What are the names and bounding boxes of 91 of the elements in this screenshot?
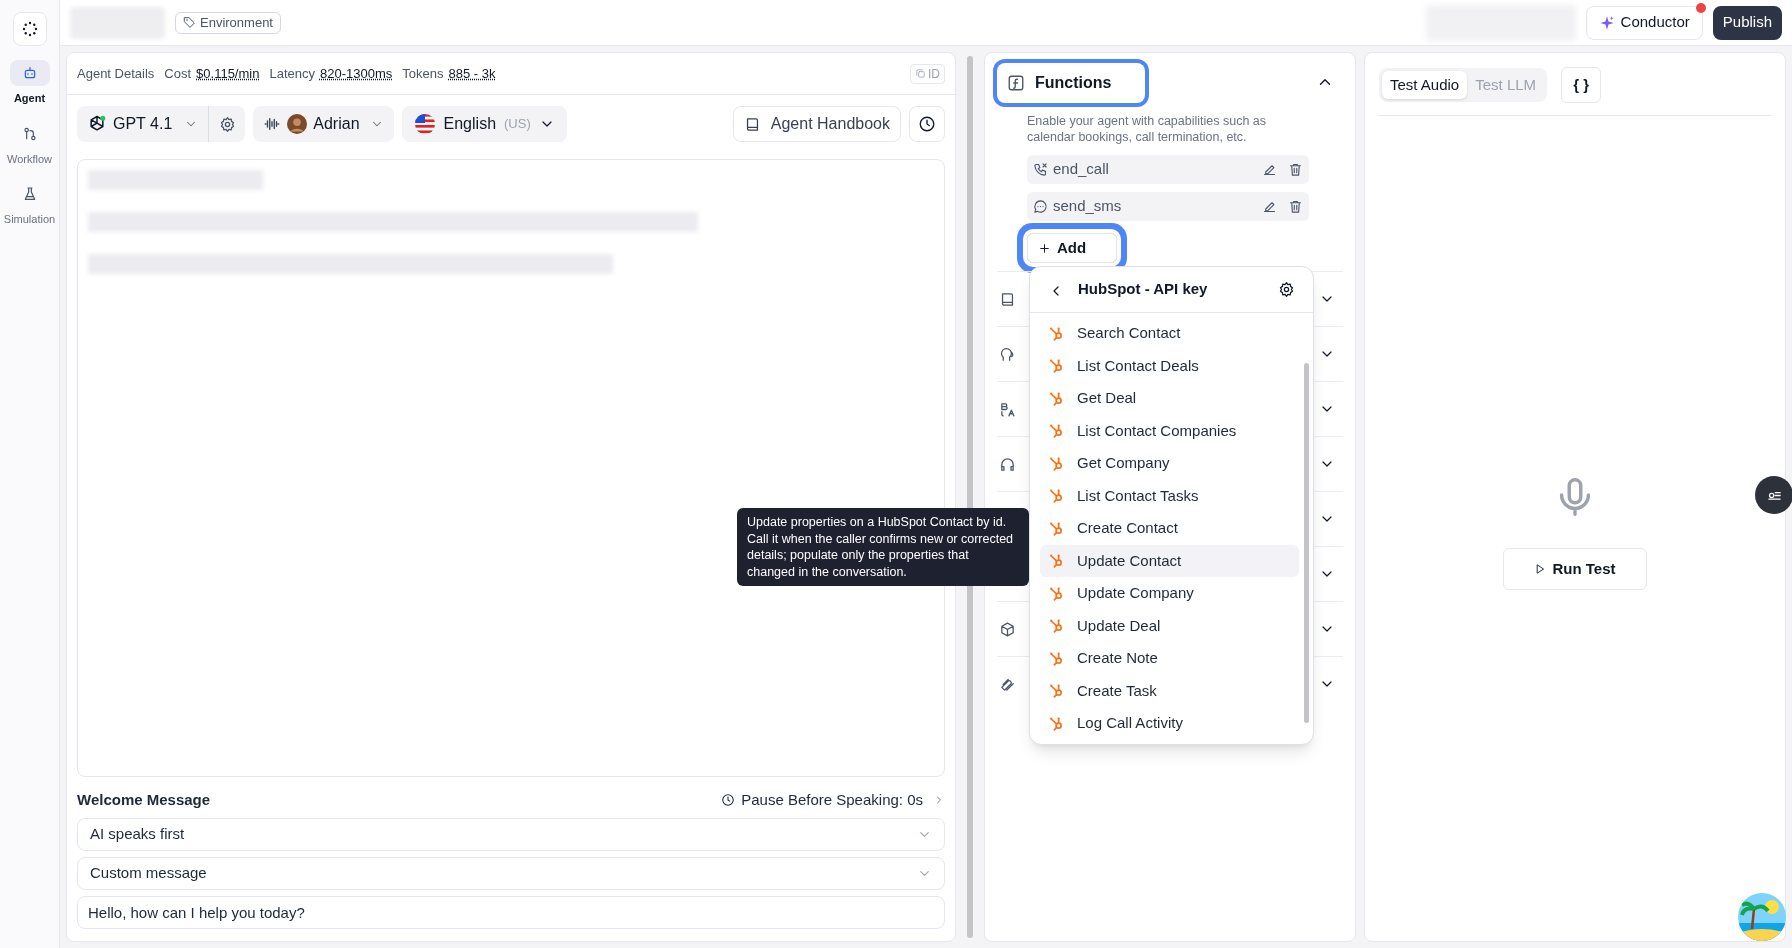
settings-icon: [1278, 281, 1295, 298]
history-button[interactable]: [909, 106, 945, 142]
pause-setting[interactable]: Pause Before Speaking: 0s: [721, 789, 945, 812]
delete-icon: [1288, 162, 1303, 177]
clock-icon: [918, 115, 936, 133]
chat-icon: [1033, 199, 1048, 214]
publish-button[interactable]: Publish: [1712, 5, 1782, 40]
metric-value: $0.115/min: [196, 64, 260, 83]
sprocket-icon: [1048, 422, 1065, 440]
play-icon: [1534, 563, 1547, 575]
handbook-button[interactable]: Agent Handbook: [732, 106, 901, 142]
metric-label: Cost: [164, 64, 192, 83]
description-text: Enable your agent with capabilities such as calendar bookings, call termination, etc.: [1027, 113, 1268, 145]
metric-label: Latency: [269, 64, 315, 83]
tab[interactable]: Test Audio: [1382, 71, 1468, 99]
sprocket-icon: [1048, 519, 1065, 537]
menu-item[interactable]: Create Contact: [1040, 512, 1299, 545]
message-field[interactable]: Hello, how can I help you today?: [77, 895, 945, 929]
metric-value: 820-1300ms: [319, 64, 393, 83]
copy-icon: [915, 68, 926, 79]
menu-item[interactable]: Update Company: [1040, 577, 1299, 610]
model-name: GPT 4.1: [113, 114, 173, 134]
headphones-icon: [999, 455, 1016, 473]
menu-item[interactable]: Get Company: [1040, 447, 1299, 480]
translate-icon: [999, 400, 1016, 418]
sprocket-icon: [1048, 682, 1065, 700]
edit-icon: [1262, 162, 1277, 177]
avatar-icon: [287, 114, 308, 134]
menu-item[interactable]: Update Contact: [1040, 544, 1299, 577]
sprocket-icon: [1048, 389, 1065, 407]
metric-label: Tokens: [402, 64, 444, 83]
section-title: Welcome Message: [77, 790, 211, 810]
phone-icon: [1033, 162, 1048, 177]
menu-item[interactable]: Log Call Activity: [1040, 707, 1299, 740]
sidebar-item[interactable]: Workflow: [1, 120, 58, 167]
sprocket-icon: [1048, 714, 1065, 732]
run-test-button[interactable]: Run Test: [1503, 548, 1647, 590]
sidebar-item[interactable]: Agent: [1, 60, 58, 107]
logo-button[interactable]: [12, 12, 47, 46]
scrollbar-thumb[interactable]: [1303, 363, 1309, 723]
function-icon: [1007, 74, 1025, 92]
sprocket-icon: [1048, 617, 1065, 635]
edit-icon: [1262, 199, 1277, 214]
delete-icon: [1288, 199, 1303, 214]
sprocket-icon: [1048, 649, 1065, 667]
menu-item[interactable]: Create Task: [1040, 674, 1299, 707]
tooltip: Update properties on a HubSpot Contact by id. Call it when the caller confirms new or corrected details; populate only the properties that changed in the conversation.: [737, 508, 1029, 586]
menu-item[interactable]: Get Deal: [1040, 382, 1299, 415]
model-selector[interactable]: GPT 4.1: [77, 106, 246, 142]
tag-icon: [183, 16, 196, 29]
dotted-circle-icon: [21, 21, 38, 37]
menu-item[interactable]: Create Note: [1040, 642, 1299, 675]
environment-tag[interactable]: Environment: [175, 11, 281, 34]
functions-header[interactable]: Functions: [997, 63, 1145, 103]
details-label: Agent Details: [77, 64, 155, 83]
flag-icon: [413, 113, 436, 135]
clock-icon: [721, 793, 736, 808]
menu-item[interactable]: List Contact Companies: [1040, 414, 1299, 447]
sprocket-icon: [1048, 552, 1065, 570]
dropdown-select[interactable]: Custom message: [77, 856, 945, 890]
cube-icon: [999, 620, 1016, 638]
voice-selector[interactable]: Adrian: [253, 106, 394, 142]
menu-item[interactable]: List Contact Tasks: [1040, 479, 1299, 512]
settings-button[interactable]: [1278, 281, 1295, 298]
menu-title: HubSpot - API key: [1078, 279, 1209, 300]
menu-item[interactable]: Search Contact: [1040, 317, 1299, 350]
function-name: end_call: [1053, 159, 1110, 180]
plus-icon: [1038, 241, 1051, 255]
sprocket-icon: [1048, 454, 1065, 472]
dropdown-select[interactable]: AI speaks first: [77, 817, 945, 851]
language-selector[interactable]: English (US): [401, 106, 567, 142]
metric-value: 885 - 3k: [448, 64, 496, 83]
sprocket-icon: [1048, 357, 1065, 375]
language-name: English: [443, 114, 497, 134]
workflow-icon: [21, 125, 38, 142]
book-icon: [999, 290, 1016, 308]
sprocket-icon: [1048, 584, 1065, 602]
function-item[interactable]: send_sms: [1027, 192, 1309, 221]
region-label: (US): [504, 115, 531, 134]
sidebar-item[interactable]: Simulation: [1, 181, 58, 228]
menu-item[interactable]: List Contact Deals: [1040, 349, 1299, 382]
waveform-icon: [263, 115, 282, 133]
function-name: send_sms: [1053, 196, 1123, 217]
speaking-head-icon: [999, 345, 1016, 363]
conductor-button[interactable]: Conductor: [1585, 5, 1703, 40]
sprocket-icon: [1048, 324, 1065, 342]
sprocket-icon: [1048, 487, 1065, 505]
json-button[interactable]: { }: [1561, 67, 1602, 103]
function-item[interactable]: end_call: [1027, 155, 1309, 184]
menu-item[interactable]: Update Deal: [1040, 609, 1299, 642]
settings-icon: [218, 115, 236, 133]
